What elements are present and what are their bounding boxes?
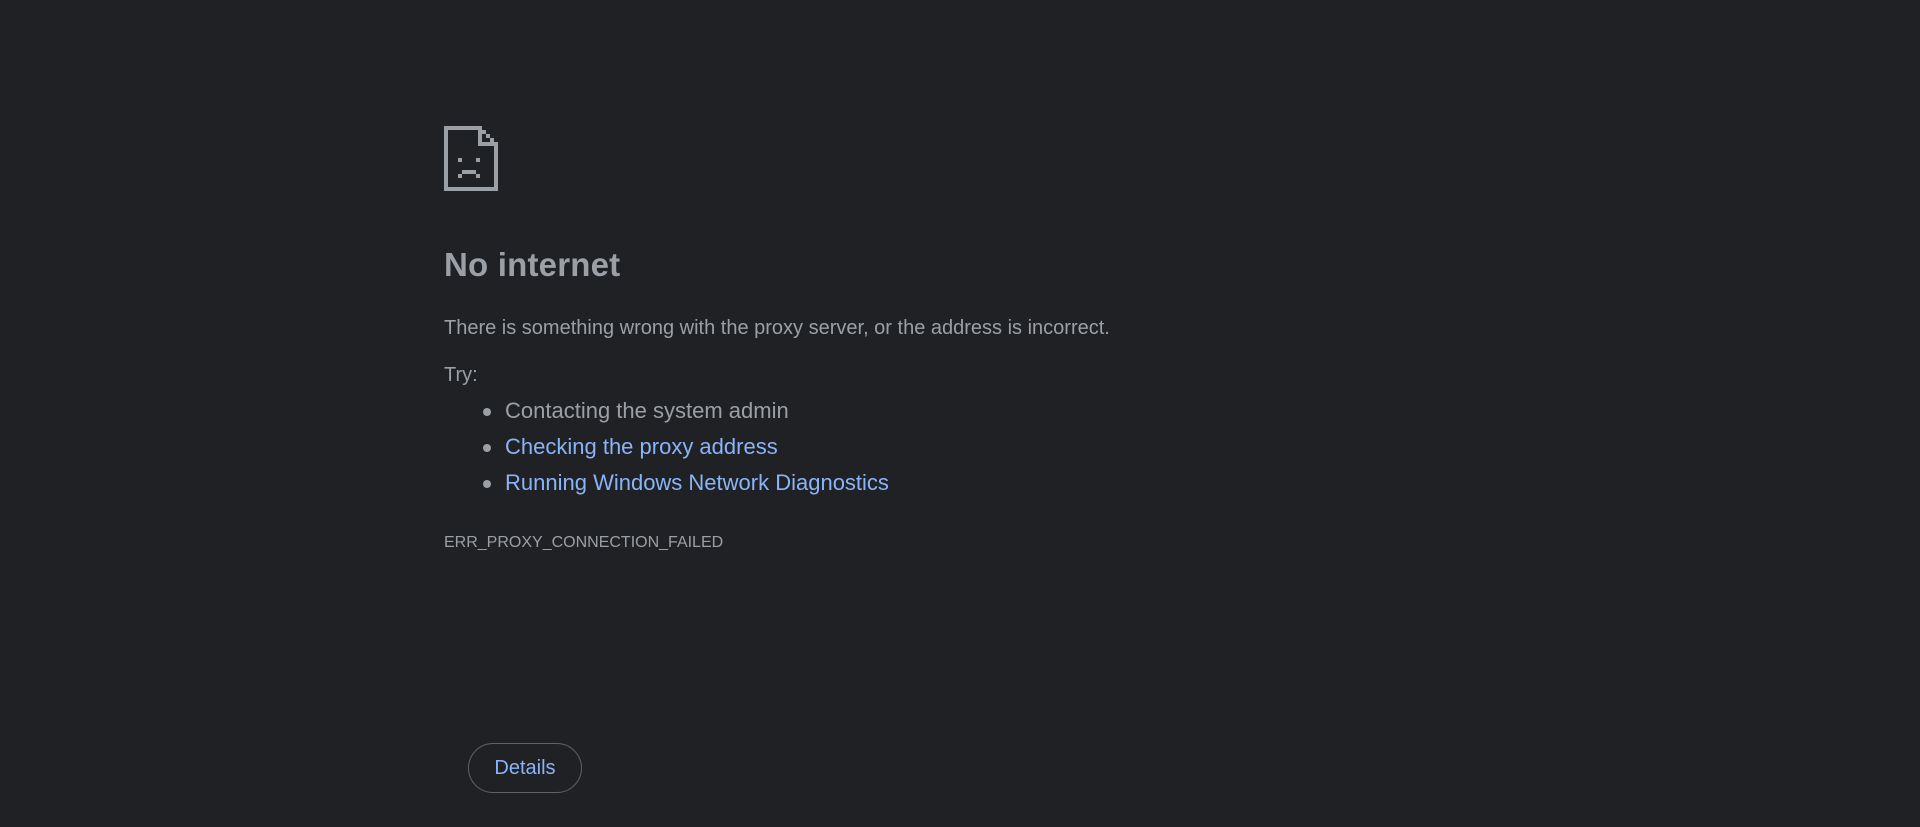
sad-document-icon bbox=[444, 126, 498, 191]
page-title: No internet bbox=[444, 246, 621, 283]
bullet-icon bbox=[483, 444, 491, 452]
error-summary: There is something wrong with the proxy … bbox=[444, 317, 1110, 339]
bullet-icon bbox=[483, 480, 491, 488]
try-label: Try: bbox=[444, 364, 478, 386]
suggestion-network-diagnostics: Running Windows Network Diagnostics bbox=[444, 470, 889, 506]
suggestion-check-proxy: Checking the proxy address bbox=[444, 434, 889, 470]
network-diagnostics-link[interactable]: Running Windows Network Diagnostics bbox=[505, 470, 889, 495]
details-button[interactable]: Details bbox=[468, 743, 582, 793]
bullet-icon bbox=[483, 408, 491, 416]
suggestion-text: Contacting the system admin bbox=[505, 398, 789, 423]
suggestions-list: Contacting the system admin Checking the… bbox=[444, 398, 889, 506]
error-code: ERR_PROXY_CONNECTION_FAILED bbox=[444, 534, 724, 551]
suggestion-contact-admin: Contacting the system admin bbox=[444, 398, 889, 434]
check-proxy-link[interactable]: Checking the proxy address bbox=[505, 434, 778, 459]
